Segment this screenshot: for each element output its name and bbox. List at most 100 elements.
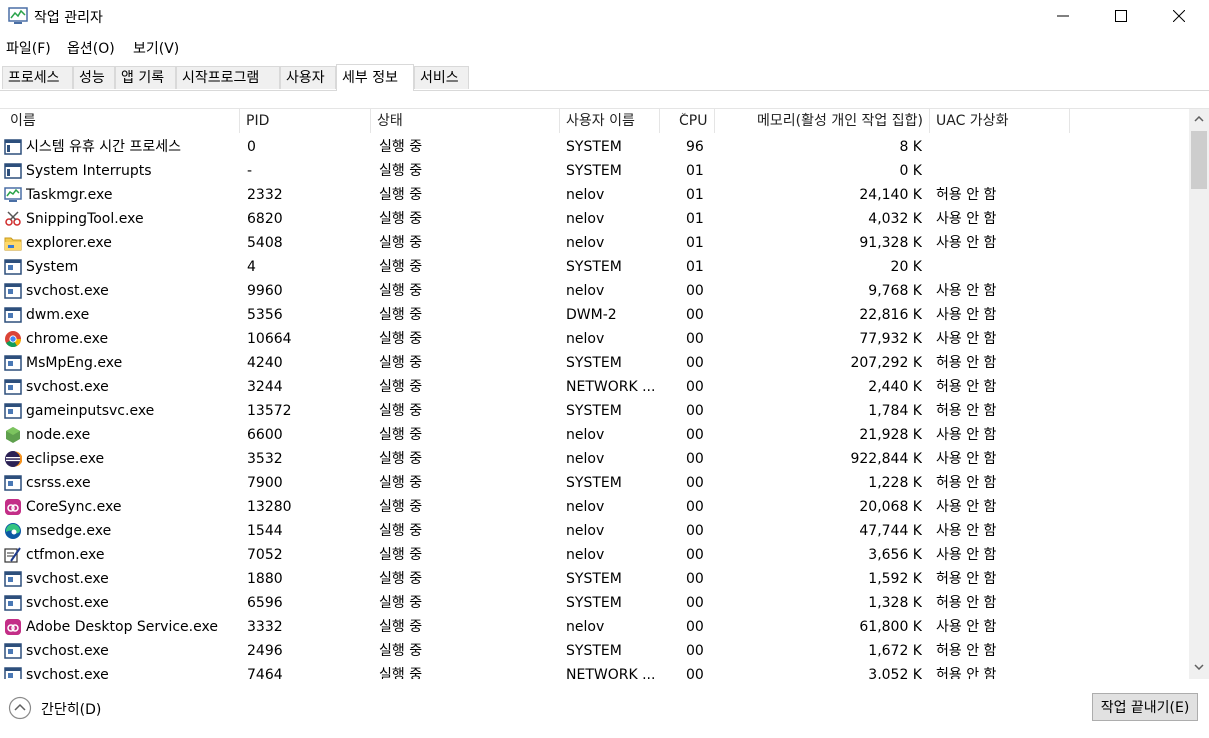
cell-uac: 사용 안 함	[936, 499, 997, 515]
cell-name: svchost.exe	[26, 667, 109, 679]
cell-status: 실행 중	[379, 187, 423, 203]
menu-options[interactable]: 옵션(O)	[67, 38, 115, 58]
table-row[interactable]: svchost.exe 6596 실행 중 SYSTEM 00 1,328 K 허용 안 함	[0, 591, 1189, 615]
close-button[interactable]	[1150, 0, 1208, 32]
cell-mem: 4,032 K	[868, 211, 922, 227]
cell-mem: 1,328 K	[868, 595, 922, 611]
end-task-button[interactable]: 작업 끝내기(E)	[1092, 693, 1198, 721]
col-uac[interactable]: UAC 가상화	[930, 109, 1070, 133]
cell-name: SnippingTool.exe	[26, 211, 144, 227]
cell-status: 실행 중	[379, 427, 423, 443]
cell-uac: 사용 안 함	[936, 451, 997, 467]
table-row[interactable]: CoreSync.exe 13280 실행 중 nelov 00 20,068 K 사용 안…	[0, 495, 1189, 519]
cell-pid: 3244	[247, 379, 283, 395]
cell-status: 실행 중	[379, 403, 423, 419]
cell-cpu: 00	[686, 331, 704, 347]
table-row[interactable]: SnippingTool.exe 6820 실행 중 nelov 01 4,032 K 사용…	[0, 207, 1189, 231]
cell-status: 실행 중	[379, 307, 423, 323]
cell-name: System	[26, 259, 79, 275]
cell-status: 실행 중	[379, 547, 423, 563]
cell-cpu: 00	[686, 595, 704, 611]
menu-file[interactable]: 파일(F)	[6, 38, 51, 58]
cell-status: 실행 중	[379, 259, 423, 275]
cell-user: SYSTEM	[566, 259, 622, 275]
table-row[interactable]: svchost.exe 7464 실행 중 NETWORK ... 00 3,052 K 허…	[0, 663, 1189, 679]
cell-uac: 허용 안 함	[936, 475, 997, 491]
scroll-up-button[interactable]	[1189, 109, 1209, 129]
cell-status: 실행 중	[379, 475, 423, 491]
table-row[interactable]: System 4 실행 중 SYSTEM 01 20 K	[0, 255, 1189, 279]
cell-user: nelov	[566, 523, 605, 539]
table-row[interactable]: gameinputsvc.exe 13572 실행 중 SYSTEM 00 1,784 K…	[0, 399, 1189, 423]
maximize-button[interactable]	[1092, 0, 1150, 32]
window-title: 작업 관리자	[34, 10, 103, 26]
app-window-icon	[4, 306, 22, 324]
tab-services[interactable]: 서비스	[414, 66, 469, 89]
cell-cpu: 00	[686, 355, 704, 371]
col-name[interactable]: 이름	[0, 109, 240, 133]
tab-performance[interactable]: 성능	[73, 66, 115, 89]
table-row[interactable]: chrome.exe 10664 실행 중 nelov 00 77,932 K 사용 안 함	[0, 327, 1189, 351]
tab-processes[interactable]: 프로세스	[2, 66, 73, 89]
collapse-button[interactable]: 간단히(D)	[41, 699, 101, 719]
cell-uac: 사용 안 함	[936, 283, 997, 299]
tab-app-history[interactable]: 앱 기록	[115, 66, 176, 89]
cell-user: nelov	[566, 235, 605, 251]
col-memory[interactable]: 메모리(활성 개인 작업 집합)	[715, 109, 930, 133]
cell-status: 실행 중	[379, 379, 423, 395]
tab-startup[interactable]: 시작프로그램	[176, 66, 280, 89]
table-row[interactable]: svchost.exe 3244 실행 중 NETWORK ... 00 2,440 K 허…	[0, 375, 1189, 399]
cell-status: 실행 중	[379, 499, 423, 515]
tab-details[interactable]: 세부 정보	[336, 64, 414, 91]
cell-pid: 3532	[247, 451, 283, 467]
cell-uac: 허용 안 함	[936, 667, 997, 679]
chevron-up-icon	[1194, 116, 1204, 122]
table-row[interactable]: dwm.exe 5356 실행 중 DWM-2 00 22,816 K 사용 안 함	[0, 303, 1189, 327]
cell-pid: 1544	[247, 523, 283, 539]
col-user[interactable]: 사용자 이름	[560, 109, 660, 133]
cell-cpu: 01	[686, 235, 704, 251]
cell-pid: 2332	[247, 187, 283, 203]
footer: 간단히(D) 작업 끝내기(E)	[0, 680, 1209, 738]
table-row[interactable]: msedge.exe 1544 실행 중 nelov 00 47,744 K 사용 안 함	[0, 519, 1189, 543]
table-row[interactable]: svchost.exe 1880 실행 중 SYSTEM 00 1,592 K 허용 안 함	[0, 567, 1189, 591]
menu-view[interactable]: 보기(V)	[133, 38, 179, 58]
table-row[interactable]: svchost.exe 2496 실행 중 SYSTEM 00 1,672 K 허용 안 함	[0, 639, 1189, 663]
table-row[interactable]: node.exe 6600 실행 중 nelov 00 21,928 K 사용 안 함	[0, 423, 1189, 447]
cell-uac: 허용 안 함	[936, 643, 997, 659]
cell-cpu: 00	[686, 571, 704, 587]
scroll-thumb[interactable]	[1191, 131, 1207, 189]
cell-name: node.exe	[26, 427, 91, 443]
col-pid[interactable]: PID	[240, 109, 371, 133]
cell-user: nelov	[566, 451, 605, 467]
taskmgr-icon	[4, 186, 22, 204]
table-row[interactable]: csrss.exe 7900 실행 중 SYSTEM 00 1,228 K 허용 안 함	[0, 471, 1189, 495]
table-row[interactable]: MsMpEng.exe 4240 실행 중 SYSTEM 00 207,292 K 허용 안…	[0, 351, 1189, 375]
node-icon	[4, 426, 22, 444]
col-status[interactable]: 상태	[371, 109, 560, 133]
minimize-button[interactable]	[1034, 0, 1092, 32]
chevron-up-circle-icon[interactable]	[8, 696, 32, 720]
table-row[interactable]: explorer.exe 5408 실행 중 nelov 01 91,328 K 사용 안 …	[0, 231, 1189, 255]
table-row[interactable]: Taskmgr.exe 2332 실행 중 nelov 01 24,140 K 허용 안 함	[0, 183, 1189, 207]
table-row[interactable]: svchost.exe 9960 실행 중 nelov 00 9,768 K 사용 안 함	[0, 279, 1189, 303]
table-row[interactable]: System Interrupts - 실행 중 SYSTEM 01 0 K	[0, 159, 1189, 183]
table-row[interactable]: eclipse.exe 3532 실행 중 nelov 00 922,844 K 사용 안 …	[0, 447, 1189, 471]
cell-user: NETWORK ...	[566, 667, 656, 679]
cell-uac: 사용 안 함	[936, 547, 997, 563]
cell-pid: 4240	[247, 355, 283, 371]
folder-icon	[4, 234, 22, 252]
cell-mem: 922,844 K	[850, 451, 922, 467]
cell-name: explorer.exe	[26, 235, 112, 251]
table-row[interactable]: Adobe Desktop Service.exe 3332 실행 중 nelov 00…	[0, 615, 1189, 639]
cell-pid: 6600	[247, 427, 283, 443]
table-row[interactable]: 시스템 유휴 시간 프로세스 0 실행 중 SYSTEM 96 8 K	[0, 135, 1189, 159]
cell-mem: 20 K	[890, 259, 922, 275]
scroll-down-button[interactable]	[1189, 657, 1209, 677]
cell-status: 실행 중	[379, 283, 423, 299]
table-row[interactable]: ctfmon.exe 7052 실행 중 nelov 00 3,656 K 사용 안 함	[0, 543, 1189, 567]
cell-uac: 사용 안 함	[936, 523, 997, 539]
cell-pid: 7052	[247, 547, 283, 563]
vertical-scrollbar[interactable]	[1189, 109, 1209, 679]
tab-users[interactable]: 사용자	[280, 66, 336, 89]
